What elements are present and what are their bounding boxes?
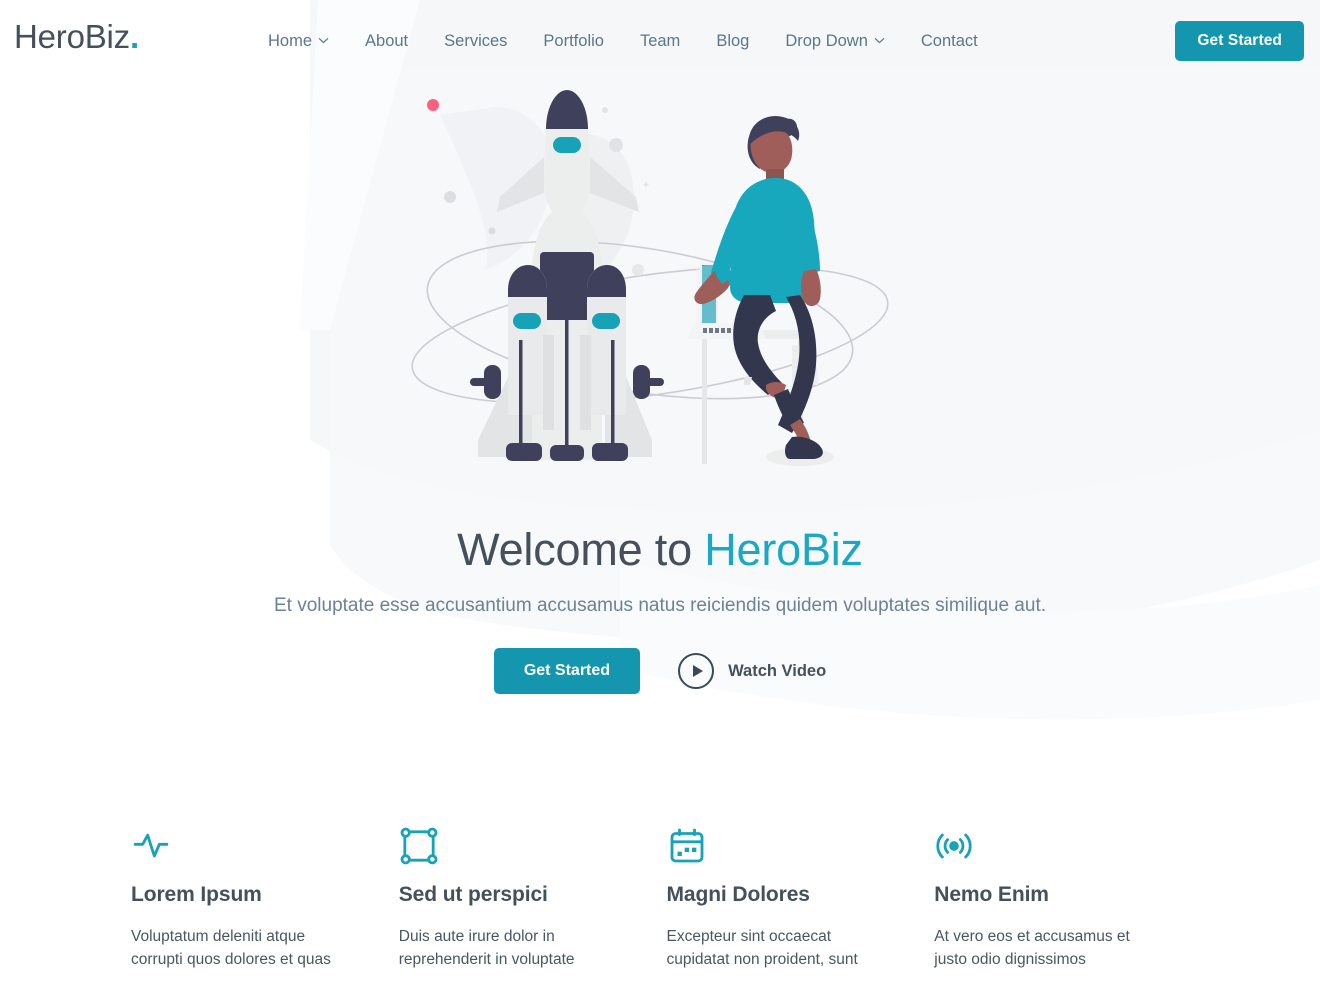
nav-item-home[interactable]: Home [250,26,347,56]
hero-title: Welcome to HeroBiz [0,522,1320,578]
nav-label: Team [639,32,681,50]
hero-actions: Get Started Watch Video [0,648,1320,694]
feature-card-lorem-ipsum: Lorem Ipsum Voluptatum deleniti atque co… [131,826,399,971]
feature-card-nemo-enim: Nemo Enim At vero eos et accusamus et ju… [934,826,1202,971]
feature-text: Voluptatum deleniti atque corrupti quos … [131,928,331,968]
nav-label: Portfolio [543,32,604,50]
nav-label: Contact [920,32,978,50]
watch-video-label: Watch Video [728,661,827,680]
logo[interactable]: HeroBiz. [14,17,139,57]
nav-label: Services [444,32,508,50]
nav-label: Blog [716,32,750,50]
hero-illustration [400,85,920,475]
nav-item-blog[interactable]: Blog [698,26,767,56]
feature-title: Nemo Enim [934,883,1049,906]
play-circle-icon [678,653,715,689]
nav-item-team[interactable]: Team [622,26,698,56]
feature-text: Duis aute irure dolor in reprehenderit i… [398,928,575,968]
hero-section: Welcome to HeroBiz Et voluptate esse acc… [0,0,1320,790]
bounding-box-icon [399,826,667,870]
hero-subtitle: Et voluptate esse accusantium accusamus … [273,595,1046,616]
landing-page: HeroBiz. Home About Services Portfolio T… [0,0,1320,990]
nav-item-contact[interactable]: Contact [903,26,996,56]
hero-get-started-button[interactable]: Get Started [493,648,641,694]
features-section: Lorem Ipsum Voluptatum deleniti atque co… [0,826,1320,971]
nav-item-portfolio[interactable]: Portfolio [525,26,622,56]
feature-card-sed-ut-perspici: Sed ut perspici Duis aute irure dolor in… [399,826,667,971]
header-get-started-button[interactable]: Get Started [1175,21,1304,61]
nav-label: Drop Down [785,32,868,50]
site-header: HeroBiz. Home About Services Portfolio T… [0,0,1320,82]
feature-title: Magni Dolores [666,883,810,906]
feature-card-magni-dolores: Magni Dolores Excepteur sint occaecat cu… [667,826,935,971]
logo-text: HeroBiz [14,18,130,55]
nav-item-services[interactable]: Services [426,26,525,56]
activity-pulse-icon [131,826,399,870]
broadcast-icon [934,826,1202,870]
feature-text: Excepteur sint occaecat cupidatat non pr… [666,928,858,968]
main-navigation: Home About Services Portfolio Team Blog [250,26,996,56]
hero-title-accent: HeroBiz [704,524,863,575]
chevron-down-icon [874,35,885,46]
feature-title: Sed ut perspici [398,883,548,906]
nav-item-about[interactable]: About [347,26,426,56]
chevron-down-icon [318,35,329,46]
nav-label: About [365,32,409,50]
calendar-icon [667,826,935,870]
logo-dot: . [129,18,139,55]
hero-title-lead: Welcome to [457,524,705,575]
nav-item-drop-down[interactable]: Drop Down [767,26,903,56]
feature-text: At vero eos et accusamus et justo odio d… [934,928,1130,968]
feature-title: Lorem Ipsum [131,883,262,906]
nav-label: Home [268,32,313,50]
watch-video-button[interactable]: Watch Video [678,653,826,689]
